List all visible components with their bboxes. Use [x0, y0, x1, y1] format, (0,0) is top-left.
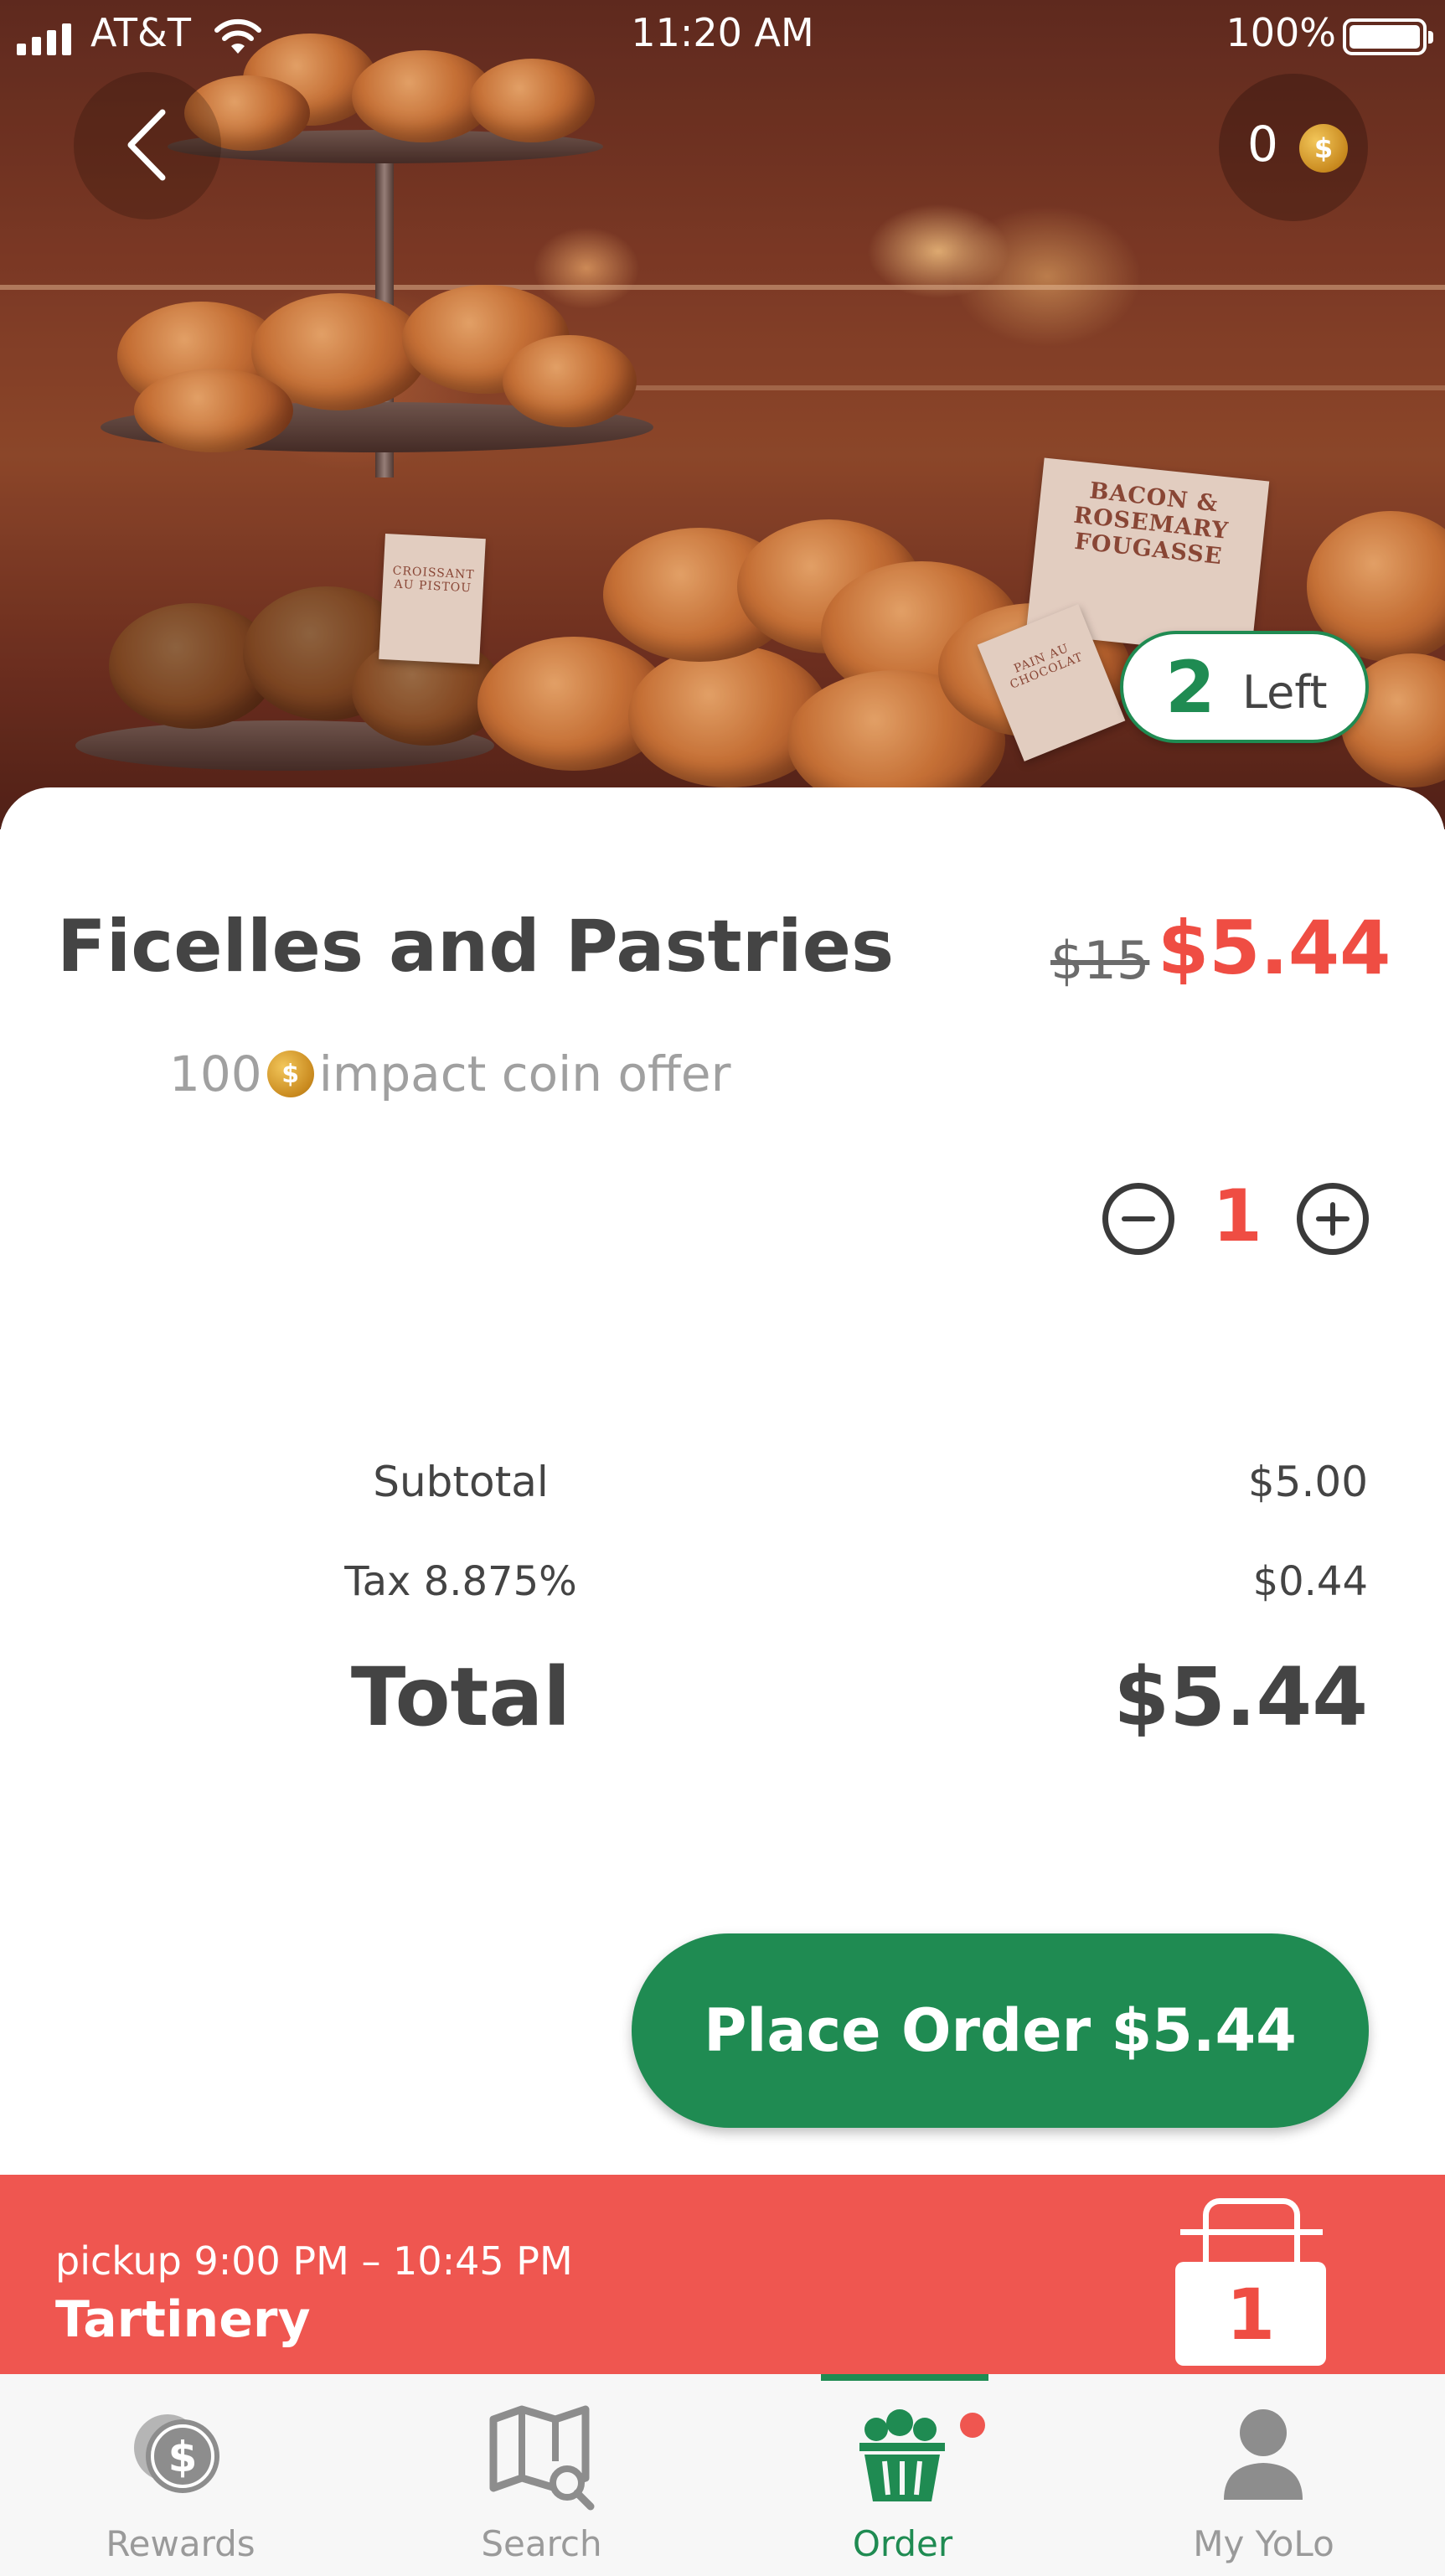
remaining-label: Left: [1242, 666, 1328, 719]
coin-icon: $: [1299, 124, 1348, 173]
coin-count: 0: [1247, 116, 1278, 173]
tax-label: Tax 8.875%: [344, 1558, 577, 1605]
pickup-bar[interactable]: pickup 9:00 PM – 10:45 PM Tartinery 1: [0, 2175, 1445, 2374]
person-icon: [1224, 2409, 1303, 2500]
coin-offer: 100 $ impact coin offer: [169, 1044, 730, 1102]
total-label: Total: [350, 1650, 571, 1744]
bag-icon[interactable]: 1: [1175, 2262, 1326, 2366]
remaining-badge: 2 Left: [1120, 631, 1369, 743]
screen: BACON & ROSEMARY FOUGASSE CROISSANT AU P…: [0, 0, 1445, 2576]
map-search-icon: [489, 2405, 595, 2511]
original-price: $15: [1050, 930, 1150, 991]
tab-label: Order: [852, 2523, 953, 2564]
order-card: Ficelles and Pastries $15 $5.44 100 $ impa…: [0, 787, 1445, 2295]
store-name: Tartinery: [55, 2290, 311, 2349]
tab-label: Search: [481, 2523, 602, 2564]
tab-rewards[interactable]: $ Rewards: [0, 2374, 361, 2576]
sale-price: $5.44: [1158, 905, 1391, 991]
back-button[interactable]: [74, 72, 221, 219]
quantity-stepper: 1: [1099, 1174, 1370, 1258]
product-title: Ficelles and Pastries: [57, 905, 895, 989]
place-order-button[interactable]: Place Order $5.44: [632, 1933, 1369, 2128]
battery-label: 100%: [1226, 10, 1336, 55]
tab-bar: $ Rewards Search Order My YoLo: [0, 2374, 1445, 2576]
tab-label: Rewards: [106, 2523, 255, 2564]
coin-icon: $: [266, 1051, 314, 1097]
pickup-time: pickup 9:00 PM – 10:45 PM: [55, 2238, 573, 2284]
coin-offer-amount: 100: [169, 1045, 262, 1102]
total-value: $5.44: [1113, 1650, 1368, 1744]
subtotal-label: Subtotal: [373, 1458, 549, 1506]
tab-my-yolo[interactable]: My YoLo: [1083, 2374, 1444, 2576]
bag-handle: [1180, 2198, 1323, 2272]
tab-search[interactable]: Search: [361, 2374, 722, 2576]
decrease-quantity-button[interactable]: [1102, 1183, 1174, 1255]
notification-dot: [960, 2413, 985, 2438]
chevron-left-icon: [127, 109, 166, 181]
increase-quantity-button[interactable]: [1297, 1183, 1369, 1255]
rewards-coin-icon: $: [134, 2414, 219, 2493]
remaining-count: 2: [1165, 646, 1215, 730]
tab-order[interactable]: Order: [722, 2374, 1083, 2576]
coin-offer-label: impact coin offer: [318, 1045, 731, 1102]
quantity-value: 1: [1212, 1174, 1262, 1258]
bag-count: 1: [1226, 2274, 1276, 2356]
battery-icon: [1343, 18, 1433, 55]
basket-icon: [859, 2409, 945, 2501]
status-bar: AT&T 11:20 AM 100%: [0, 0, 1445, 67]
tax-value: $0.44: [1252, 1558, 1368, 1605]
svg-text:$: $: [168, 2433, 198, 2481]
coin-balance[interactable]: 0 $: [1219, 74, 1368, 221]
tab-label: My YoLo: [1193, 2523, 1334, 2564]
subtotal-value: $5.00: [1247, 1458, 1368, 1506]
